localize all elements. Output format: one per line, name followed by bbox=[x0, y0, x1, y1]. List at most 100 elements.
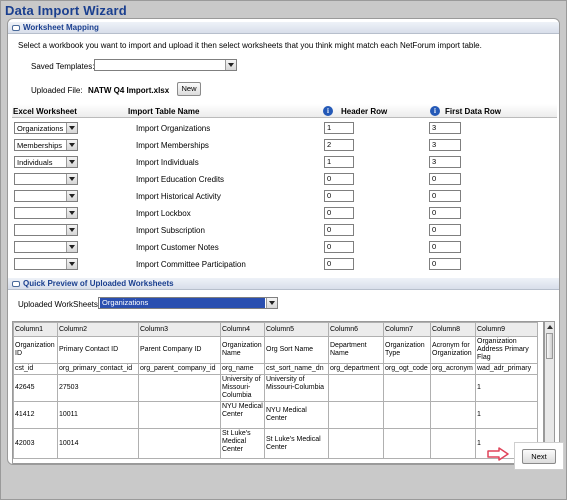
header-row-input[interactable]: 0 bbox=[324, 224, 354, 236]
preview-grid[interactable]: Column1 Column2 Column3 Column4 Column5 … bbox=[12, 321, 544, 464]
header-row-input[interactable]: 1 bbox=[324, 156, 354, 168]
worksheet-select[interactable]: Organizations bbox=[14, 122, 78, 134]
collapse-section-icon[interactable] bbox=[12, 281, 20, 287]
first-data-row-input[interactable]: 0 bbox=[429, 258, 461, 270]
table-row: Organization ID Primary Contact ID Paren… bbox=[13, 336, 538, 364]
first-data-row-input[interactable]: 0 bbox=[429, 224, 461, 236]
worksheet-select[interactable] bbox=[14, 190, 78, 202]
preview-horizontal-scrollbar[interactable] bbox=[12, 464, 544, 465]
chevron-down-icon[interactable] bbox=[266, 298, 277, 308]
header-row-input[interactable]: 0 bbox=[324, 190, 354, 202]
next-button[interactable]: Next bbox=[522, 449, 556, 464]
table-cell: 41412 bbox=[13, 401, 58, 429]
chevron-down-icon[interactable] bbox=[66, 123, 77, 133]
table-cell: org_primary_contact_id bbox=[57, 363, 139, 375]
worksheet-select[interactable] bbox=[14, 173, 78, 185]
header-row-input[interactable]: 0 bbox=[324, 241, 354, 253]
table-row: 42003 10014 St Luke's Medical Center St … bbox=[13, 428, 538, 459]
first-data-row-input[interactable]: 0 bbox=[429, 173, 461, 185]
chevron-down-icon[interactable] bbox=[66, 242, 77, 252]
table-cell: cst_id bbox=[13, 363, 58, 375]
uploaded-file-name: NATW Q4 Import.xlsx bbox=[88, 86, 170, 95]
window-title: Data Import Wizard bbox=[5, 3, 127, 18]
first-data-row-input[interactable]: 0 bbox=[429, 190, 461, 202]
table-cell bbox=[138, 428, 221, 459]
chevron-down-icon[interactable] bbox=[225, 60, 236, 70]
info-icon[interactable]: i bbox=[430, 106, 440, 116]
col-header-row: Header Row bbox=[341, 107, 388, 116]
instruction-text: Select a workbook you want to import and… bbox=[18, 41, 482, 50]
table-cell: 1 bbox=[475, 374, 538, 402]
header-row-input[interactable]: 0 bbox=[324, 258, 354, 270]
preview-column-header[interactable]: Column3 bbox=[138, 322, 221, 337]
chevron-down-icon[interactable] bbox=[66, 191, 77, 201]
header-row-input[interactable]: 2 bbox=[324, 139, 354, 151]
preview-column-header[interactable]: Column1 bbox=[13, 322, 58, 337]
saved-templates-label: Saved Templates: bbox=[31, 62, 95, 71]
scroll-up-icon[interactable] bbox=[547, 325, 553, 329]
worksheet-select[interactable] bbox=[14, 258, 78, 270]
table-cell bbox=[383, 428, 431, 459]
header-row-input[interactable]: 0 bbox=[324, 207, 354, 219]
worksheet-select[interactable] bbox=[14, 224, 78, 236]
worksheet-select[interactable]: Memberships bbox=[14, 139, 78, 151]
table-cell: Organization Address Primary Flag bbox=[475, 336, 538, 364]
table-cell bbox=[138, 374, 221, 402]
preview-column-header[interactable]: Column5 bbox=[264, 322, 329, 337]
import-table-name: Import Individuals bbox=[136, 158, 199, 167]
uploaded-worksheets-label: Uploaded WorkSheets: bbox=[18, 300, 101, 309]
table-cell: 42645 bbox=[13, 374, 58, 402]
col-first-data-row: First Data Row bbox=[445, 107, 502, 116]
header-row-input[interactable]: 0 bbox=[324, 173, 354, 185]
table-cell: Acronym for Organization bbox=[430, 336, 476, 364]
table-cell bbox=[430, 428, 476, 459]
preview-table: Column1 Column2 Column3 Column4 Column5 … bbox=[13, 322, 538, 459]
import-table-name: Import Organizations bbox=[136, 124, 211, 133]
uploaded-worksheets-select[interactable]: Organizations bbox=[98, 297, 278, 309]
preview-column-header[interactable]: Column6 bbox=[328, 322, 384, 337]
first-data-row-input[interactable]: 3 bbox=[429, 139, 461, 151]
info-icon[interactable]: i bbox=[323, 106, 333, 116]
new-button[interactable]: New bbox=[177, 82, 201, 96]
table-cell: NYU Medical Center bbox=[220, 401, 265, 429]
worksheet-select[interactable] bbox=[14, 241, 78, 253]
table-cell: wad_adr_primary bbox=[475, 363, 538, 375]
table-cell: org_parent_company_id bbox=[138, 363, 221, 375]
chevron-down-icon[interactable] bbox=[66, 140, 77, 150]
mapping-table-header: Excel Worksheet Import Table Name i Head… bbox=[12, 104, 557, 118]
preview-column-header[interactable]: Column7 bbox=[383, 322, 431, 337]
table-cell: 10014 bbox=[57, 428, 139, 459]
chevron-down-icon[interactable] bbox=[66, 157, 77, 167]
first-data-row-input[interactable]: 0 bbox=[429, 207, 461, 219]
chevron-down-icon[interactable] bbox=[66, 259, 77, 269]
first-data-row-input[interactable]: 3 bbox=[429, 122, 461, 134]
wizard-window: Data Import Wizard Worksheet Mapping Sel… bbox=[0, 0, 567, 500]
worksheet-mapping-header[interactable]: Worksheet Mapping bbox=[8, 22, 559, 34]
chevron-down-icon[interactable] bbox=[66, 225, 77, 235]
chevron-down-icon[interactable] bbox=[66, 174, 77, 184]
worksheet-select[interactable]: Individuals bbox=[14, 156, 78, 168]
preview-column-header[interactable]: Column8 bbox=[430, 322, 476, 337]
preview-column-header[interactable]: Column4 bbox=[220, 322, 265, 337]
preview-column-header[interactable]: Column2 bbox=[57, 322, 139, 337]
header-row-input[interactable]: 1 bbox=[324, 122, 354, 134]
worksheet-select[interactable] bbox=[14, 207, 78, 219]
first-data-row-input[interactable]: 3 bbox=[429, 156, 461, 168]
table-cell: cst_sort_name_dn bbox=[264, 363, 329, 375]
table-cell: 10011 bbox=[57, 401, 139, 429]
preview-column-header[interactable]: Column9 bbox=[475, 322, 538, 337]
table-cell: 42003 bbox=[13, 428, 58, 459]
chevron-down-icon[interactable] bbox=[66, 208, 77, 218]
table-cell: 27503 bbox=[57, 374, 139, 402]
table-cell bbox=[328, 401, 384, 429]
quick-preview-header[interactable]: Quick Preview of Uploaded Worksheets bbox=[8, 278, 559, 290]
table-cell: St Luke's Medical Center bbox=[220, 428, 265, 459]
scroll-thumb[interactable] bbox=[546, 333, 553, 359]
table-cell: St Luke's Medical Center bbox=[264, 428, 329, 459]
table-cell bbox=[328, 428, 384, 459]
first-data-row-input[interactable]: 0 bbox=[429, 241, 461, 253]
table-cell bbox=[328, 374, 384, 402]
table-cell: Org Sort Name bbox=[264, 336, 329, 364]
collapse-section-icon[interactable] bbox=[12, 25, 20, 31]
saved-templates-select[interactable] bbox=[94, 59, 237, 71]
